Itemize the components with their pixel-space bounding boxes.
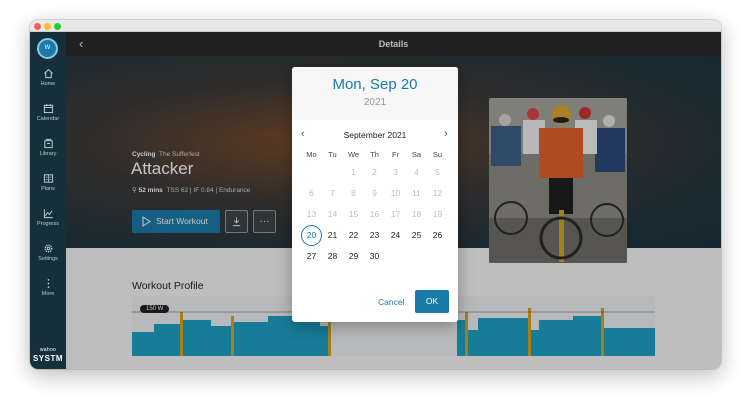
sidebar-item-label: More bbox=[41, 291, 55, 297]
ok-button[interactable]: OK bbox=[415, 290, 449, 313]
calendar-day: 2 bbox=[372, 167, 377, 177]
selected-date-label: Mon, Sep 20 bbox=[332, 76, 418, 93]
weekday-label: Tu bbox=[328, 150, 337, 159]
sidebar-item-label: Calendar bbox=[36, 116, 60, 122]
date-picker-header: Mon, Sep 20 2021 bbox=[292, 67, 458, 120]
calendar-day: 9 bbox=[372, 188, 377, 198]
calendar-day: 16 bbox=[369, 209, 380, 219]
next-month-chevron-icon[interactable]: › bbox=[444, 128, 448, 140]
weekday-label: Th bbox=[370, 150, 379, 159]
calendar-day: 13 bbox=[306, 209, 317, 219]
library-icon bbox=[43, 138, 53, 149]
weekday-label: Mo bbox=[306, 150, 317, 159]
weekday-label: We bbox=[347, 150, 360, 159]
calendar-day-selected[interactable]: 20 bbox=[301, 225, 322, 246]
date-picker-dialog: Mon, Sep 20 2021 ‹ September 2021 › Mo Tu… bbox=[292, 67, 458, 322]
wahoo-systm-logo: wahoo SYSTM bbox=[30, 347, 66, 363]
calendar-day: 6 bbox=[309, 188, 314, 198]
calendar-day: 19 bbox=[432, 209, 443, 219]
calendar-day[interactable]: 30 bbox=[364, 246, 385, 267]
plans-icon bbox=[43, 174, 53, 183]
calendar-day: 5 bbox=[435, 167, 440, 177]
calendar-day[interactable]: 27 bbox=[301, 246, 322, 267]
home-icon bbox=[43, 69, 53, 79]
sidebar-item-label: Library bbox=[39, 151, 57, 157]
avatar[interactable]: W bbox=[37, 38, 58, 59]
weekday-label: Fr bbox=[391, 150, 400, 159]
calendar-day: 10 bbox=[390, 188, 401, 198]
calendar-day[interactable]: 24 bbox=[385, 225, 406, 246]
zoom-window-button[interactable] bbox=[54, 23, 61, 30]
close-window-button[interactable] bbox=[34, 23, 41, 30]
calendar-day[interactable]: 26 bbox=[427, 225, 448, 246]
sidebar-item-progress[interactable]: Progress bbox=[30, 208, 66, 240]
sidebar-item-calendar[interactable]: Calendar bbox=[30, 103, 66, 135]
calendar-day[interactable]: 29 bbox=[343, 246, 364, 267]
minimize-window-button[interactable] bbox=[44, 23, 51, 30]
calendar-day[interactable]: 22 bbox=[343, 225, 364, 246]
calendar-day[interactable]: 21 bbox=[322, 225, 343, 246]
calendar-day: 8 bbox=[351, 188, 356, 198]
calendar-day: 1 bbox=[351, 167, 356, 177]
sidebar-item-more[interactable]: More bbox=[30, 278, 66, 310]
calendar-day: 3 bbox=[393, 167, 398, 177]
progress-icon bbox=[43, 209, 53, 219]
sidebar-item-label: Home bbox=[40, 81, 56, 87]
calendar-day: 15 bbox=[348, 209, 359, 219]
sidebar-item-home[interactable]: Home bbox=[30, 68, 66, 100]
sidebar-item-label: Progress bbox=[36, 221, 59, 227]
brand-big-text: SYSTM bbox=[32, 354, 64, 363]
gear-icon bbox=[44, 244, 52, 253]
calendar-day: 17 bbox=[390, 209, 401, 219]
weekday-label: Sa bbox=[411, 150, 422, 159]
sidebar-item-plans[interactable]: Plans bbox=[30, 173, 66, 205]
weekday-label: Su bbox=[432, 150, 443, 159]
calendar-day[interactable]: 28 bbox=[322, 246, 343, 267]
calendar-day: 12 bbox=[432, 188, 443, 198]
sidebar-item-label: Plans bbox=[41, 186, 55, 192]
sidebar-item-label: Settings bbox=[38, 256, 58, 262]
sidebar-item-settings[interactable]: Settings bbox=[30, 243, 66, 275]
brand-small-text: wahoo bbox=[39, 347, 57, 353]
calendar-day: 14 bbox=[327, 209, 338, 219]
cancel-button[interactable]: Cancel bbox=[378, 297, 404, 307]
calendar-day: 4 bbox=[414, 167, 419, 177]
calendar-day: 18 bbox=[411, 209, 422, 219]
selected-year-label[interactable]: 2021 bbox=[292, 97, 458, 108]
calendar-day[interactable]: 25 bbox=[406, 225, 427, 246]
calendar-day[interactable]: 23 bbox=[364, 225, 385, 246]
month-label: September 2021 bbox=[343, 130, 407, 140]
calendar-day: 7 bbox=[330, 188, 335, 198]
calendar-day: 11 bbox=[412, 188, 421, 198]
window-titlebar bbox=[30, 20, 721, 32]
calendar-icon bbox=[43, 104, 53, 114]
more-icon bbox=[47, 279, 49, 288]
sidebar-item-library[interactable]: Library bbox=[30, 138, 66, 170]
sidebar: W Home Calendar Library Plans Progress S… bbox=[30, 32, 66, 369]
